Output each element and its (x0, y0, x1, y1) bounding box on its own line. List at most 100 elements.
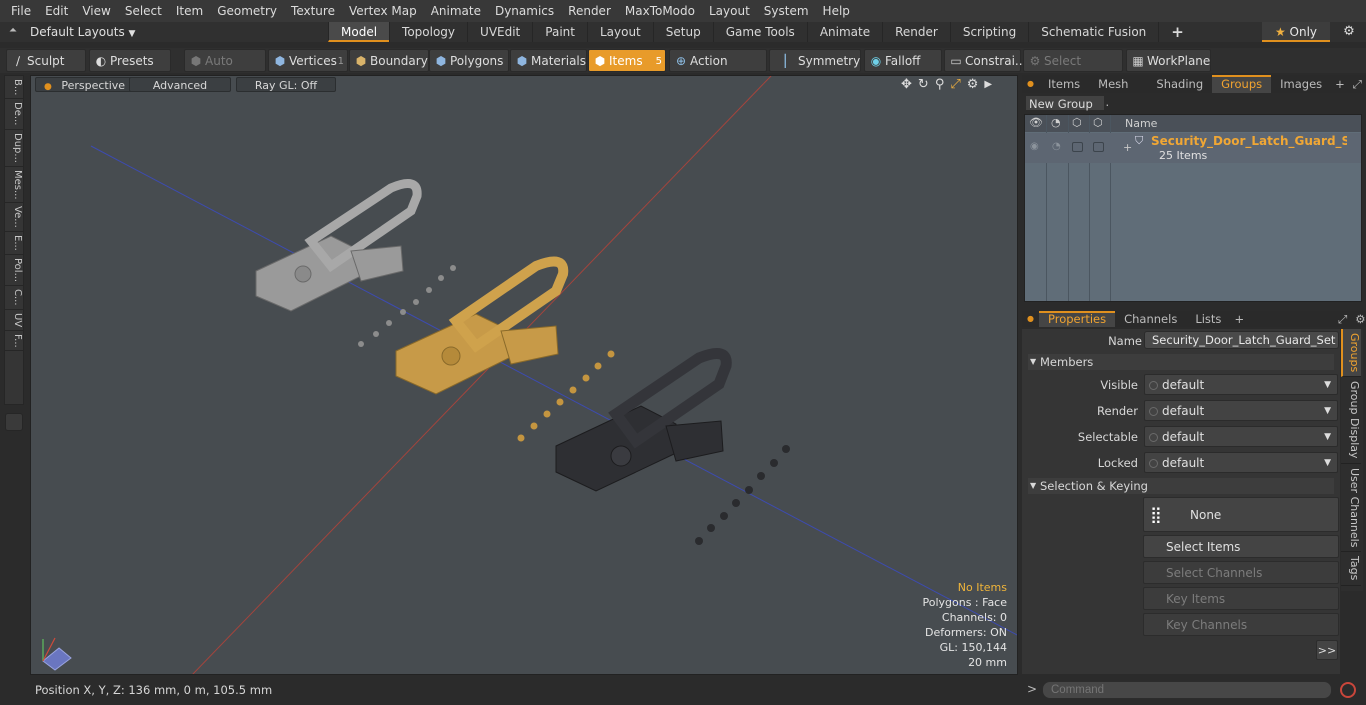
fit-view-icon[interactable]: ⤢ (950, 77, 960, 92)
more-button[interactable]: >> (1316, 640, 1338, 660)
select-column-icon[interactable]: ⬡ (1072, 116, 1082, 129)
latch-gold[interactable] (395, 256, 569, 395)
tab-paint[interactable]: Paint (532, 22, 587, 42)
menu-geometry[interactable]: Geometry (210, 0, 284, 22)
viewport-more-icon[interactable]: ▶ (984, 79, 992, 90)
falloff-button[interactable]: ◉ Falloff (864, 49, 942, 72)
raygl-button[interactable]: Ray GL: Off (236, 77, 336, 92)
menu-select[interactable]: Select (118, 0, 169, 22)
visible-dropdown[interactable]: default ▼ (1144, 374, 1338, 395)
menu-file[interactable]: File (4, 0, 38, 22)
members-section[interactable]: ▼ Members (1028, 354, 1334, 370)
materials-button[interactable]: ⬢ Materials (510, 49, 587, 72)
menu-animate[interactable]: Animate (424, 0, 488, 22)
tab-uvedit[interactable]: UVEdit (467, 22, 532, 42)
rotate-view-icon[interactable]: ↻ (918, 77, 929, 92)
sculpt-button[interactable]: ∕ Sculpt (6, 49, 86, 72)
tab-items[interactable]: Items (1039, 75, 1089, 93)
new-group-button[interactable]: New Group (1025, 95, 1105, 111)
strip-tab-vertex[interactable]: Ve... (5, 203, 23, 233)
tab-lists[interactable]: Lists (1186, 311, 1230, 327)
tab-model[interactable]: Model (328, 22, 390, 42)
tab-groups[interactable]: Groups (1212, 75, 1272, 93)
menu-render[interactable]: Render (561, 0, 618, 22)
group-select-checkbox[interactable] (1072, 142, 1083, 152)
menu-maxtomodo[interactable]: MaxToModo (618, 0, 702, 22)
boundary-button[interactable]: ⬢ Boundary (349, 49, 429, 72)
record-icon[interactable] (1340, 682, 1356, 698)
key-channels-button[interactable]: Key Channels (1143, 613, 1339, 636)
key-items-button[interactable]: Key Items (1143, 587, 1339, 610)
side-tab-tags[interactable]: Tags (1341, 552, 1361, 586)
group-expand-icon[interactable]: + (1123, 141, 1132, 154)
menu-view[interactable]: View (75, 0, 117, 22)
name-field[interactable]: Security_Door_Latch_Guard_Set (27) (1144, 331, 1339, 349)
3d-viewport[interactable]: ● Perspective Advanced Ray GL: Off ✥ ↻ ⚲… (30, 75, 1018, 675)
workplane-button[interactable]: ▦ WorkPlane (1126, 49, 1211, 72)
render-dropdown[interactable]: default ▼ (1144, 400, 1338, 421)
tab-topology[interactable]: Topology (389, 22, 467, 42)
auto-select-button[interactable]: ⬢Auto Select (184, 49, 266, 91)
selection-keying-section[interactable]: ▼ Selection & Keying (1028, 478, 1334, 494)
add-props-tab-icon[interactable]: + (1230, 311, 1248, 327)
command-input[interactable] (1042, 681, 1332, 699)
polygons-button[interactable]: ⬢ Polygons (429, 49, 509, 72)
viewport-settings-icon[interactable]: ⚙ (967, 77, 979, 92)
eye-column-icon[interactable]: 👁 (1029, 116, 1043, 129)
side-tab-groups[interactable]: Groups (1341, 329, 1361, 378)
tab-images[interactable]: Images (1271, 75, 1331, 93)
tab-properties[interactable]: Properties (1038, 311, 1116, 327)
strip-tab-duplicate[interactable]: Dup... (5, 130, 23, 167)
menu-texture[interactable]: Texture (284, 0, 342, 22)
strip-tab-deform[interactable]: De... (5, 99, 23, 130)
tab-schematic-fusion[interactable]: Schematic Fusion (1028, 22, 1158, 42)
menu-layout[interactable]: Layout (702, 0, 757, 22)
constraints-button[interactable]: ▭ Constrai... (944, 49, 1026, 72)
expand-icon[interactable]: ⏶ (9, 25, 17, 36)
vertices-button[interactable]: ⬢ Vertices 1 (268, 49, 348, 72)
tab-game-tools[interactable]: Game Tools (712, 22, 807, 42)
props-gear-icon[interactable]: ⚙ (1351, 311, 1366, 327)
add-tab-icon[interactable]: + (1158, 22, 1196, 42)
group-lock-checkbox[interactable] (1093, 142, 1104, 152)
menu-help[interactable]: Help (816, 0, 857, 22)
group-list[interactable]: 👁 ◔ ⬡ ⬡ Name ◉ ◔ + ⛉ Security_Door_Latch… (1024, 114, 1362, 302)
menu-edit[interactable]: Edit (38, 0, 75, 22)
advanced-button[interactable]: Advanced (129, 77, 231, 92)
menu-dynamics[interactable]: Dynamics (488, 0, 561, 22)
none-button[interactable]: ⣿ None (1143, 497, 1339, 532)
locked-dropdown[interactable]: default ▼ (1144, 452, 1338, 473)
strip-tab-fusion[interactable]: F... (5, 331, 23, 352)
move-view-icon[interactable]: ✥ (901, 77, 912, 92)
layout-selector[interactable]: Default Layouts ▼ (30, 22, 135, 42)
latch-black[interactable] (555, 348, 732, 492)
strip-tab-edge[interactable]: E... (5, 232, 23, 255)
tab-animate[interactable]: Animate (806, 22, 882, 42)
strip-tab-basic[interactable]: B... (5, 76, 23, 100)
presets-button[interactable]: ◐ Presets (89, 49, 171, 72)
group-name[interactable]: Security_Door_Latch_Guard_Se... (1151, 134, 1347, 148)
select-through-button[interactable]: ⚙Select Through (1023, 49, 1123, 91)
lock-column-icon[interactable]: ⬡ (1093, 116, 1103, 129)
selectable-dropdown[interactable]: default ▼ (1144, 426, 1338, 447)
select-items-button[interactable]: Select Items (1143, 535, 1339, 558)
render-column-icon[interactable]: ◔ (1051, 116, 1061, 129)
latch-silver[interactable] (255, 179, 422, 312)
tab-setup[interactable]: Setup (652, 22, 713, 42)
screws-black[interactable] (695, 445, 790, 545)
strip-tab-mesh[interactable]: Mes... (5, 167, 23, 204)
group-visible-icon[interactable]: ◉ (1030, 141, 1039, 152)
expand-props-icon[interactable]: ⤢ (1334, 311, 1351, 327)
tab-scripting[interactable]: Scripting (949, 22, 1028, 42)
only-toggle[interactable]: ★ Only (1262, 22, 1330, 42)
select-channels-button[interactable]: Select Channels (1143, 561, 1339, 584)
tab-render[interactable]: Render (882, 22, 950, 42)
strip-tab-uv[interactable]: UV (5, 310, 23, 331)
action-center-button[interactable]: ⊕Action Center (669, 49, 767, 91)
add-panel-tab-icon[interactable]: + (1331, 75, 1349, 93)
tab-mesh[interactable]: Mesh ... (1089, 75, 1147, 109)
menu-vertex-map[interactable]: Vertex Map (342, 0, 424, 22)
menu-item[interactable]: Item (169, 0, 210, 22)
expand-panel-icon[interactable]: ⤢ (1349, 75, 1366, 93)
view-mode-button[interactable]: ● Perspective (35, 77, 137, 92)
